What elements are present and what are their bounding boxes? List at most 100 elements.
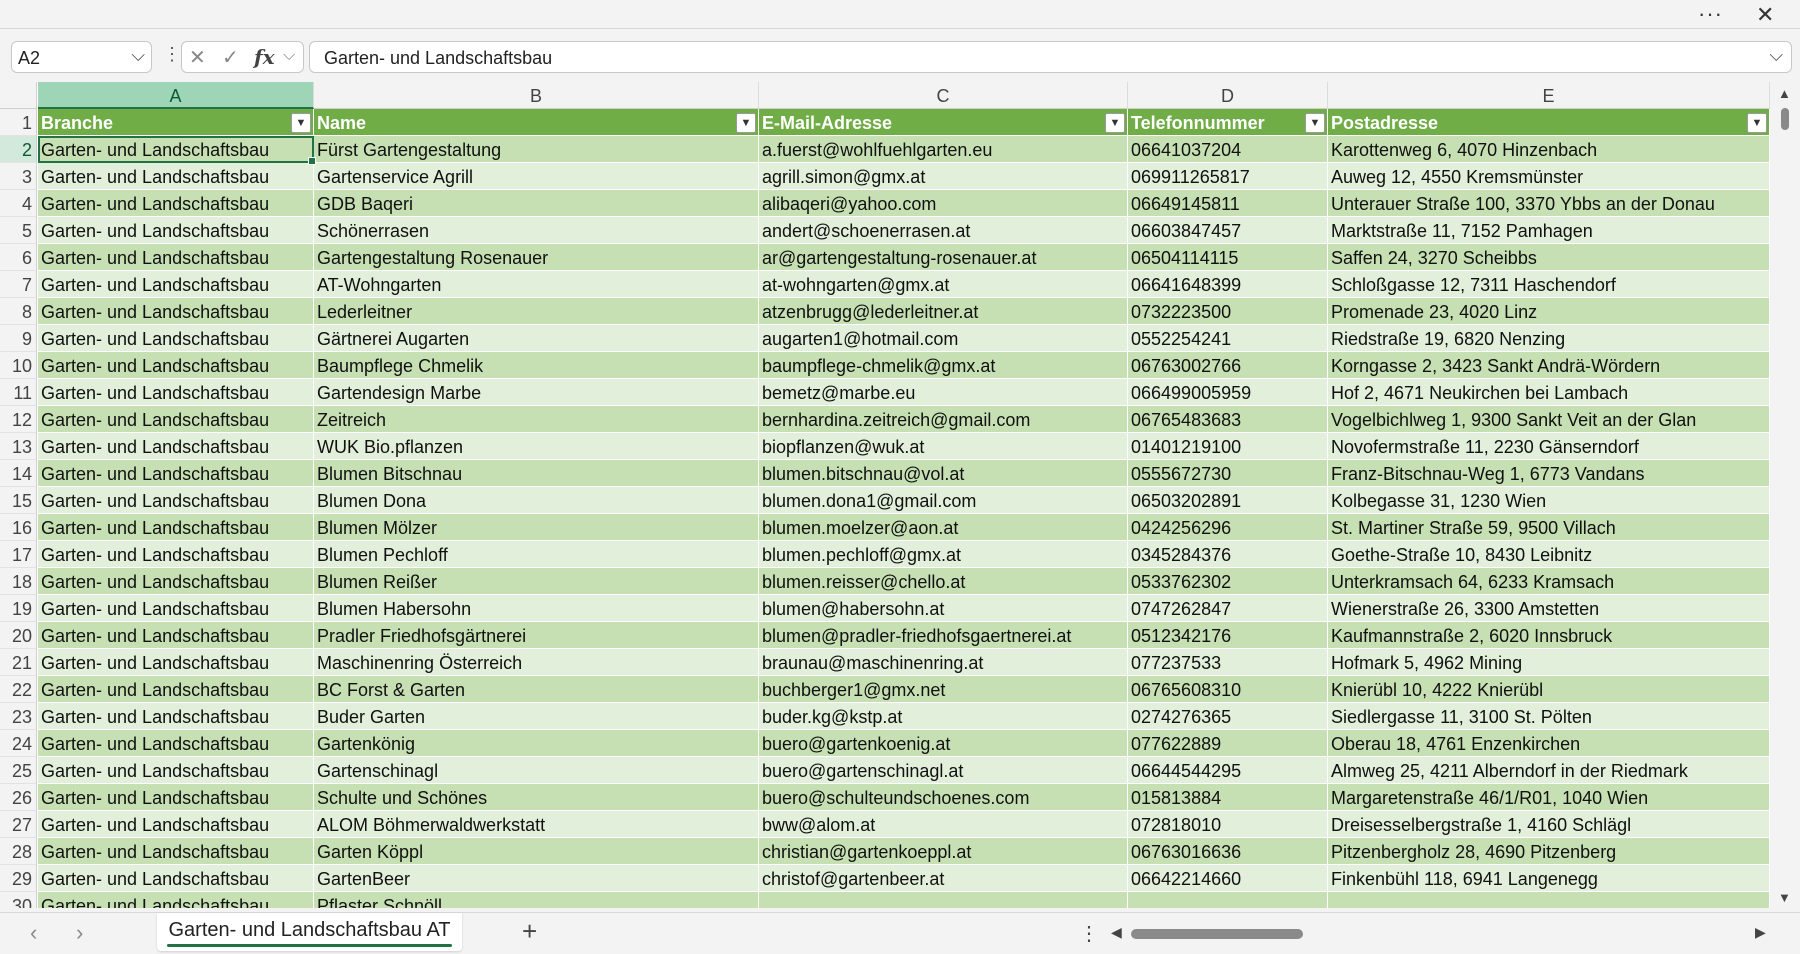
table-cell[interactable]: Wienerstraße 26, 3300 Amstetten <box>1328 595 1770 622</box>
row-number[interactable]: 9 <box>0 325 37 352</box>
table-cell[interactable]: 0533762302 <box>1128 568 1328 595</box>
row-number[interactable]: 12 <box>0 406 37 433</box>
table-cell[interactable]: Garten- und Landschaftsbau <box>38 865 314 892</box>
table-cell[interactable]: Blumen Bitschnau <box>314 460 759 487</box>
scroll-left-icon[interactable]: ◀ <box>1111 924 1122 941</box>
table-cell[interactable]: at-wohngarten@gmx.at <box>759 271 1128 298</box>
table-cell[interactable]: 06603847457 <box>1128 217 1328 244</box>
table-cell[interactable]: Gartengestaltung Rosenauer <box>314 244 759 271</box>
table-cell[interactable]: Garten- und Landschaftsbau <box>38 595 314 622</box>
table-cell[interactable]: atzenbrugg@lederleitner.at <box>759 298 1128 325</box>
table-cell[interactable]: a.fuerst@wohlfuehlgarten.eu <box>759 136 1128 163</box>
table-cell[interactable]: Blumen Reißer <box>314 568 759 595</box>
table-cell[interactable]: alibaqeri@yahoo.com <box>759 190 1128 217</box>
table-cell[interactable]: Garten- und Landschaftsbau <box>38 460 314 487</box>
table-cell[interactable]: buero@gartenkoenig.at <box>759 730 1128 757</box>
table-cell[interactable]: Garten- und Landschaftsbau <box>38 892 314 908</box>
table-cell[interactable]: 0552254241 <box>1128 325 1328 352</box>
row-number[interactable]: 24 <box>0 730 37 757</box>
column-header-e[interactable]: E <box>1328 82 1770 109</box>
scroll-up-icon[interactable]: ▲ <box>1778 86 1791 101</box>
table-cell[interactable]: Baumpflege Chmelik <box>314 352 759 379</box>
table-cell[interactable]: Garten- und Landschaftsbau <box>38 811 314 838</box>
sheet-tab-active[interactable]: Garten- und Landschaftsbau AT <box>157 913 462 951</box>
row-number[interactable]: 15 <box>0 487 37 514</box>
table-cell[interactable]: agrill.simon@gmx.at <box>759 163 1128 190</box>
row-number[interactable]: 25 <box>0 757 37 784</box>
table-cell[interactable]: 06641037204 <box>1128 136 1328 163</box>
table-cell[interactable]: Hofmark 5, 4962 Mining <box>1328 649 1770 676</box>
table-cell[interactable]: Kaufmannstraße 2, 6020 Innsbruck <box>1328 622 1770 649</box>
table-cell[interactable]: Garten- und Landschaftsbau <box>38 244 314 271</box>
table-cell[interactable]: augarten1@hotmail.com <box>759 325 1128 352</box>
filter-dropdown-icon[interactable]: ▼ <box>291 113 311 133</box>
table-cell[interactable]: 06763016636 <box>1128 838 1328 865</box>
table-cell[interactable]: Gartendesign Marbe <box>314 379 759 406</box>
table-cell[interactable]: AT-Wohngarten <box>314 271 759 298</box>
header-cell[interactable]: Name <box>314 109 759 136</box>
table-cell[interactable]: blumen.bitschnau@vol.at <box>759 460 1128 487</box>
table-cell[interactable]: Almweg 25, 4211 Alberndorf in der Riedma… <box>1328 757 1770 784</box>
table-cell[interactable]: Siedlergasse 11, 3100 St. Pölten <box>1328 703 1770 730</box>
row-number[interactable]: 26 <box>0 784 37 811</box>
vertical-scrollbar[interactable]: ▲ ▼ <box>1774 82 1796 908</box>
table-cell[interactable]: 06642214660 <box>1128 865 1328 892</box>
table-cell[interactable]: blumen.pechloff@gmx.at <box>759 541 1128 568</box>
table-cell[interactable]: Promenade 23, 4020 Linz <box>1328 298 1770 325</box>
column-header-d[interactable]: D <box>1128 82 1328 109</box>
table-cell[interactable]: Garten- und Landschaftsbau <box>38 649 314 676</box>
table-cell[interactable]: 06503202891 <box>1128 487 1328 514</box>
table-cell[interactable]: Blumen Mölzer <box>314 514 759 541</box>
header-cell[interactable]: E-Mail-Adresse <box>759 109 1128 136</box>
table-cell[interactable]: Garten- und Landschaftsbau <box>38 757 314 784</box>
table-cell[interactable]: Maschinenring Österreich <box>314 649 759 676</box>
table-cell[interactable]: Oberau 18, 4761 Enzenkirchen <box>1328 730 1770 757</box>
table-cell[interactable]: GDB Baqeri <box>314 190 759 217</box>
more-options-icon[interactable]: ··· <box>1698 1 1723 27</box>
table-cell[interactable]: Garten- und Landschaftsbau <box>38 676 314 703</box>
header-cell[interactable]: Telefonnummer <box>1128 109 1328 136</box>
table-cell[interactable]: Blumen Habersohn <box>314 595 759 622</box>
table-cell[interactable]: 072818010 <box>1128 811 1328 838</box>
table-cell[interactable] <box>1328 892 1770 908</box>
table-cell[interactable]: biopflanzen@wuk.at <box>759 433 1128 460</box>
table-cell[interactable]: blumen.reisser@chello.at <box>759 568 1128 595</box>
table-cell[interactable]: Karottenweg 6, 4070 Hinzenbach <box>1328 136 1770 163</box>
scroll-down-icon[interactable]: ▼ <box>1778 890 1791 905</box>
table-cell[interactable]: Gartenschinagl <box>314 757 759 784</box>
table-cell[interactable]: Garten- und Landschaftsbau <box>38 352 314 379</box>
chevron-down-icon[interactable]: ⌵ <box>131 45 145 66</box>
table-cell[interactable]: Garten- und Landschaftsbau <box>38 271 314 298</box>
table-cell[interactable]: Gärtnerei Augarten <box>314 325 759 352</box>
row-number[interactable]: 18 <box>0 568 37 595</box>
table-cell[interactable]: 06765608310 <box>1128 676 1328 703</box>
table-cell[interactable]: Knierübl 10, 4222 Knierübl <box>1328 676 1770 703</box>
table-cell[interactable]: bemetz@marbe.eu <box>759 379 1128 406</box>
table-cell[interactable]: Marktstraße 11, 7152 Pamhagen <box>1328 217 1770 244</box>
table-cell[interactable]: Garten- und Landschaftsbau <box>38 433 314 460</box>
table-cell[interactable]: blumen.moelzer@aon.at <box>759 514 1128 541</box>
table-cell[interactable]: Vogelbichlweg 1, 9300 Sankt Veit an der … <box>1328 406 1770 433</box>
table-cell[interactable]: Blumen Pechloff <box>314 541 759 568</box>
sheet-bar-options-icon[interactable]: ⋮ <box>1079 921 1099 946</box>
cancel-icon[interactable]: ✕ <box>189 45 206 70</box>
row-number[interactable]: 21 <box>0 649 37 676</box>
table-cell[interactable]: Unterkramsach 64, 6233 Kramsach <box>1328 568 1770 595</box>
table-cell[interactable]: Margaretenstraße 46/1/R01, 1040 Wien <box>1328 784 1770 811</box>
table-cell[interactable]: 069911265817 <box>1128 163 1328 190</box>
table-cell[interactable]: Finkenbühl 118, 6941 Langenegg <box>1328 865 1770 892</box>
insert-function-icon[interactable]: fx <box>254 45 275 69</box>
table-cell[interactable]: Dreisesselbergstraße 1, 4160 Schlägl <box>1328 811 1770 838</box>
row-number[interactable]: 16 <box>0 514 37 541</box>
table-cell[interactable]: Garten- und Landschaftsbau <box>38 541 314 568</box>
table-cell[interactable]: Franz-Bitschnau-Weg 1, 6773 Vandans <box>1328 460 1770 487</box>
table-cell[interactable]: ALOM Böhmerwaldwerkstatt <box>314 811 759 838</box>
header-cell[interactable]: Branche <box>38 109 314 136</box>
row-number[interactable]: 20 <box>0 622 37 649</box>
table-cell[interactable]: Unterauer Straße 100, 3370 Ybbs an der D… <box>1328 190 1770 217</box>
table-cell[interactable]: Garten- und Landschaftsbau <box>38 622 314 649</box>
row-number[interactable]: 23 <box>0 703 37 730</box>
table-cell[interactable]: 015813884 <box>1128 784 1328 811</box>
table-cell[interactable]: Garten- und Landschaftsbau <box>38 487 314 514</box>
previous-sheet-icon[interactable]: ‹ <box>30 920 37 946</box>
